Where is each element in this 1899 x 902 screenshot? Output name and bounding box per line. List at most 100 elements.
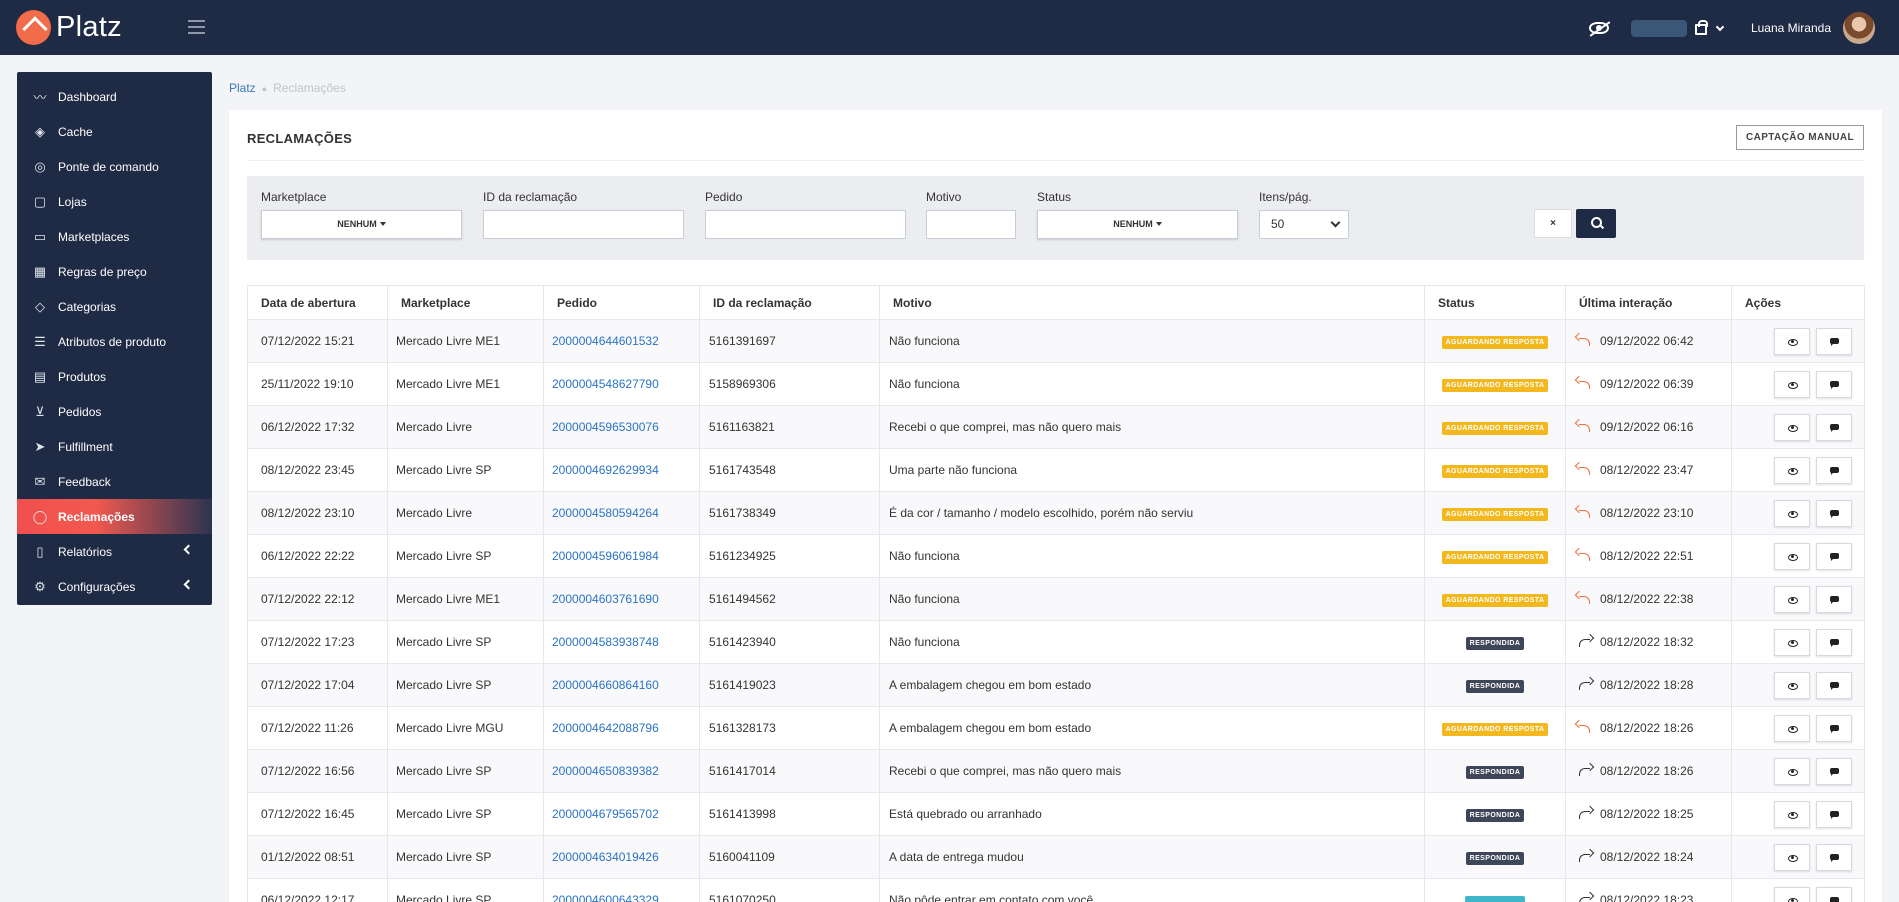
view-button[interactable] <box>1774 886 1810 902</box>
complaint-id-input[interactable] <box>483 210 684 239</box>
col-opened-date[interactable]: Data de abertura <box>247 285 388 320</box>
order-link[interactable]: 2000004596061984 <box>543 534 700 578</box>
order-link[interactable]: 2000004660864160 <box>543 663 700 707</box>
view-button[interactable] <box>1774 671 1810 699</box>
marketplace-cell: Mercado Livre SP <box>387 878 544 902</box>
view-button[interactable] <box>1774 413 1810 441</box>
order-input[interactable] <box>705 210 906 239</box>
status-cell: AGUARDANDO RESPOSTA <box>1424 534 1566 578</box>
search-button[interactable] <box>1576 209 1616 238</box>
col-reason[interactable]: Motivo <box>879 285 1425 320</box>
col-complaint-id[interactable]: ID da reclamação <box>699 285 880 320</box>
last-interaction-cell: 09/12/2022 06:39 <box>1565 362 1732 406</box>
reason-cell: A embalagem chegou em bom estado <box>879 706 1425 750</box>
order-link[interactable]: 2000004603761690 <box>543 577 700 621</box>
breadcrumb-root[interactable]: Platz <box>229 81 256 95</box>
status-badge: AGUARDANDO RESPOSTA <box>1441 508 1549 521</box>
marketplace-cell: Mercado Livre SP <box>387 663 544 707</box>
view-button[interactable] <box>1774 628 1810 656</box>
message-button[interactable] <box>1816 585 1852 613</box>
sidebar-item-produtos[interactable]: ▤ Produtos <box>17 359 212 394</box>
per-page-select[interactable]: 50 <box>1259 210 1349 239</box>
view-button[interactable] <box>1774 499 1810 527</box>
col-status[interactable]: Status <box>1424 285 1566 320</box>
order-link[interactable]: 2000004644601532 <box>543 319 700 363</box>
col-actions: Ações <box>1731 285 1865 320</box>
menu-toggle-icon[interactable] <box>188 20 205 34</box>
status-select[interactable]: NENHUM <box>1037 210 1238 239</box>
store-selector[interactable] <box>1630 19 1687 37</box>
message-button[interactable] <box>1816 628 1852 656</box>
view-button[interactable] <box>1774 800 1810 828</box>
marketplace-cell: Mercado Livre SP <box>387 835 544 879</box>
sidebar-item-feedback[interactable]: ✉ Feedback <box>17 464 212 499</box>
table-row: 07/12/2022 16:56 Mercado Livre SP 20000046… <box>247 749 1865 793</box>
message-button[interactable] <box>1816 757 1852 785</box>
message-button[interactable] <box>1816 671 1852 699</box>
sidebar-item-cache[interactable]: ◈ Cache <box>17 114 212 149</box>
sidebar-item-relatorios[interactable]: ▯ Relatórios <box>17 534 212 569</box>
eye-slash-icon[interactable] <box>1588 22 1609 34</box>
avatar[interactable] <box>1843 12 1875 44</box>
message-button[interactable] <box>1816 714 1852 742</box>
sidebar-item-marketplaces[interactable]: ▭ Marketplaces <box>17 219 212 254</box>
view-button[interactable] <box>1774 542 1810 570</box>
sidebar-item-regras-de-preco[interactable]: ▦ Regras de preço <box>17 254 212 289</box>
order-link[interactable]: 2000004548627790 <box>543 362 700 406</box>
message-button[interactable] <box>1816 886 1852 902</box>
share-icon <box>1579 639 1590 647</box>
reason-input[interactable] <box>926 210 1016 239</box>
sidebar-item-lojas[interactable]: ▢ Lojas <box>17 184 212 219</box>
layers-icon: ◈ <box>35 123 45 139</box>
status-select-value: NENHUM <box>1113 219 1153 229</box>
order-link[interactable]: 2000004692629934 <box>543 448 700 492</box>
order-link[interactable]: 2000004642088796 <box>543 706 700 750</box>
sidebar-item-reclamacoes[interactable]: ◯ Reclamações <box>17 499 212 534</box>
shopping-bag-icon[interactable] <box>1694 20 1708 35</box>
order-link[interactable]: 2000004634019426 <box>543 835 700 879</box>
col-marketplace[interactable]: Marketplace <box>387 285 544 320</box>
view-button[interactable] <box>1774 370 1810 398</box>
message-button[interactable] <box>1816 370 1852 398</box>
logo[interactable]: Platz <box>16 10 122 45</box>
status-cell <box>1424 878 1566 902</box>
view-button[interactable] <box>1774 456 1810 484</box>
message-button[interactable] <box>1816 499 1852 527</box>
order-link[interactable]: 2000004583938748 <box>543 620 700 664</box>
message-button[interactable] <box>1816 800 1852 828</box>
order-link[interactable]: 2000004600643329 <box>543 878 700 902</box>
order-link[interactable]: 2000004650839382 <box>543 749 700 793</box>
status-cell: AGUARDANDO RESPOSTA <box>1424 577 1566 621</box>
sidebar-item-pedidos[interactable]: ⊻ Pedidos <box>17 394 212 429</box>
order-link[interactable]: 2000004580594264 <box>543 491 700 535</box>
sidebar-item-ponte-de-comando[interactable]: ◎ Ponte de comando <box>17 149 212 184</box>
view-button[interactable] <box>1774 327 1810 355</box>
chevron-down-icon[interactable] <box>1715 22 1725 31</box>
view-button[interactable] <box>1774 714 1810 742</box>
reason-cell: Não funciona <box>879 534 1425 578</box>
sidebar-item-categorias[interactable]: ◇ Categorias <box>17 289 212 324</box>
marketplace-select[interactable]: NENHUM <box>261 210 462 239</box>
user-name[interactable]: Luana Miranda <box>1751 21 1831 35</box>
order-link[interactable]: 2000004596530076 <box>543 405 700 449</box>
order-link[interactable]: 2000004679565702 <box>543 792 700 836</box>
message-button[interactable] <box>1816 843 1852 871</box>
sidebar-item-dashboard[interactable]: 〰 Dashboard <box>17 79 212 114</box>
sidebar-item-atributos-de-produto[interactable]: ☰ Atributos de produto <box>17 324 212 359</box>
view-button[interactable] <box>1774 757 1810 785</box>
last-interaction-date: 09/12/2022 06:16 <box>1600 420 1694 434</box>
sidebar-item-configuracoes[interactable]: ⚙ Configurações <box>17 569 212 604</box>
view-button[interactable] <box>1774 843 1810 871</box>
message-button[interactable] <box>1816 327 1852 355</box>
view-button[interactable] <box>1774 585 1810 613</box>
col-order[interactable]: Pedido <box>543 285 700 320</box>
col-last-interaction[interactable]: Última interação <box>1565 285 1732 320</box>
clear-filters-button[interactable]: × <box>1534 209 1572 238</box>
message-button[interactable] <box>1816 542 1852 570</box>
message-button[interactable] <box>1816 456 1852 484</box>
last-interaction-date: 08/12/2022 22:51 <box>1600 549 1694 563</box>
manual-capture-button[interactable]: CAPTAÇÃO MANUAL <box>1735 125 1864 150</box>
message-button[interactable] <box>1816 413 1852 441</box>
sidebar-item-fulfillment[interactable]: ➤ Fulfillment <box>17 429 212 464</box>
table-row: 07/12/2022 17:04 Mercado Livre SP 20000046… <box>247 663 1865 707</box>
